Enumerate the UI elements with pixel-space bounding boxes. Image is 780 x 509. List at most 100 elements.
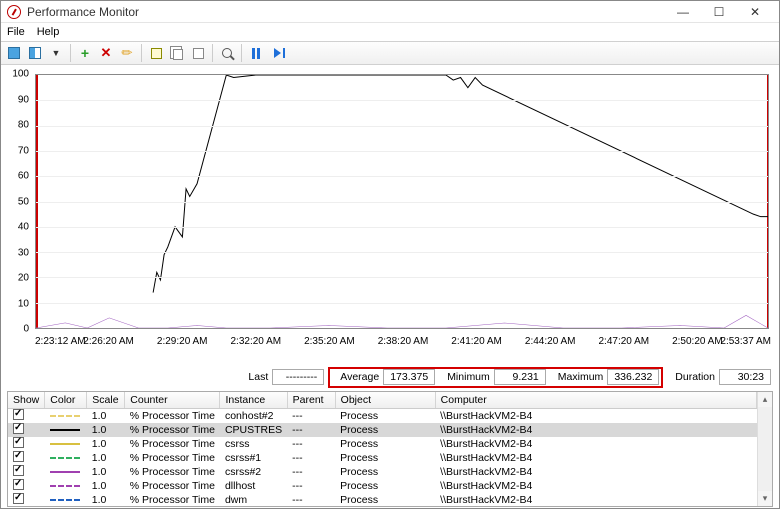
cell-parent: --- <box>287 437 335 451</box>
cell-object: Process <box>335 479 435 493</box>
y-tick-label: 30 <box>9 247 29 258</box>
checkbox-icon[interactable] <box>13 493 24 504</box>
series-line <box>36 315 768 328</box>
cell-show[interactable] <box>8 465 45 479</box>
table-row[interactable]: 1.0% Processor Timecsrss#1---Process\\Bu… <box>8 451 757 465</box>
gridline <box>36 100 768 101</box>
cell-show[interactable] <box>8 423 45 437</box>
cell-show[interactable] <box>8 437 45 451</box>
checkbox-icon[interactable] <box>13 423 24 434</box>
counter-table-wrap: Show Color Scale Counter Instance Parent… <box>7 391 773 507</box>
pause-button[interactable] <box>246 43 266 63</box>
cell-show[interactable] <box>8 479 45 493</box>
table-row[interactable]: 1.0% Processor TimeCPUSTRES---Process\\B… <box>8 423 757 437</box>
chart-type-dropdown[interactable]: ▼ <box>46 43 66 63</box>
cell-show[interactable] <box>8 451 45 465</box>
col-show[interactable]: Show <box>8 392 45 409</box>
checkbox-icon[interactable] <box>13 465 24 476</box>
table-row[interactable]: 1.0% Processor Timedllhost---Process\\Bu… <box>8 479 757 493</box>
gridline <box>36 252 768 253</box>
delete-counter-button[interactable]: ✕ <box>96 43 116 63</box>
y-tick-label: 100 <box>9 69 29 80</box>
minimum-label: Minimum <box>447 371 490 383</box>
table-scrollbar[interactable]: ▴ ▾ <box>757 392 772 506</box>
table-row[interactable]: 1.0% Processor Timedwm---Process\\BurstH… <box>8 493 757 507</box>
cell-object: Process <box>335 451 435 465</box>
chart-plot[interactable] <box>35 74 769 329</box>
col-color[interactable]: Color <box>45 392 87 409</box>
x-tick-label: 2:32:20 AM <box>231 336 282 347</box>
cell-scale: 1.0 <box>87 479 125 493</box>
x-tick-label: 2:50:20 AM <box>672 336 723 347</box>
color-swatch <box>50 429 80 431</box>
scroll-up-icon[interactable]: ▴ <box>758 392 772 407</box>
counter-table[interactable]: Show Color Scale Counter Instance Parent… <box>8 392 757 507</box>
cell-instance: csrss#1 <box>220 451 287 465</box>
y-tick-label: 10 <box>9 298 29 309</box>
cell-computer: \\BurstHackVM2-B4 <box>435 437 756 451</box>
col-parent[interactable]: Parent <box>287 392 335 409</box>
y-tick-label: 20 <box>9 273 29 284</box>
duration-label: Duration <box>675 371 715 383</box>
cell-parent: --- <box>287 451 335 465</box>
cell-show[interactable] <box>8 493 45 507</box>
menu-help[interactable]: Help <box>37 26 60 38</box>
y-tick-label: 70 <box>9 145 29 156</box>
cell-instance: CPUSTRES <box>220 423 287 437</box>
cell-scale: 1.0 <box>87 465 125 479</box>
table-row[interactable]: 1.0% Processor Timecsrss#2---Process\\Bu… <box>8 465 757 479</box>
maximize-button[interactable]: ☐ <box>701 2 737 22</box>
cell-scale: 1.0 <box>87 451 125 465</box>
zoom-button[interactable] <box>217 43 237 63</box>
paste-button[interactable] <box>188 43 208 63</box>
browse-button[interactable] <box>146 43 166 63</box>
y-tick-label: 50 <box>9 196 29 207</box>
chart-view-icon <box>8 47 20 59</box>
cell-scale: 1.0 <box>87 423 125 437</box>
gridline <box>36 126 768 127</box>
table-row[interactable]: 1.0% Processor Timecsrss---Process\\Burs… <box>8 437 757 451</box>
col-instance[interactable]: Instance <box>220 392 287 409</box>
maximum-value: 336.232 <box>607 369 659 385</box>
menu-bar: File Help <box>1 23 779 41</box>
cell-counter: % Processor Time <box>125 423 220 437</box>
x-tick-label: 2:23:12 AM <box>35 336 86 347</box>
add-counter-button[interactable]: + <box>75 43 95 63</box>
checkbox-icon[interactable] <box>13 409 24 420</box>
col-computer[interactable]: Computer <box>435 392 756 409</box>
zoom-icon <box>222 48 232 58</box>
chart-split-icon <box>29 47 41 59</box>
minimize-button[interactable]: — <box>665 2 701 22</box>
checkbox-icon[interactable] <box>13 437 24 448</box>
stats-highlight: Average 173.375 Minimum 9.231 Maximum 33… <box>328 367 663 388</box>
y-tick-label: 90 <box>9 94 29 105</box>
cell-counter: % Processor Time <box>125 451 220 465</box>
cell-counter: % Processor Time <box>125 409 220 424</box>
close-button[interactable]: ✕ <box>737 2 773 22</box>
col-scale[interactable]: Scale <box>87 392 125 409</box>
menu-file[interactable]: File <box>7 26 25 38</box>
x-icon: ✕ <box>101 45 112 61</box>
cell-parent: --- <box>287 493 335 507</box>
cell-color <box>45 479 87 493</box>
col-counter[interactable]: Counter <box>125 392 220 409</box>
chart-view-button[interactable] <box>4 43 24 63</box>
checkbox-icon[interactable] <box>13 451 24 462</box>
copy-icon <box>173 49 183 60</box>
window-buttons: — ☐ ✕ <box>665 2 773 22</box>
cell-show[interactable] <box>8 409 45 424</box>
window-title: Performance Monitor <box>27 5 139 19</box>
cell-scale: 1.0 <box>87 493 125 507</box>
step-button[interactable] <box>267 43 287 63</box>
highlight-button[interactable]: ✎ <box>117 43 137 63</box>
chart-split-button[interactable] <box>25 43 45 63</box>
copy-button[interactable] <box>167 43 187 63</box>
table-header-row: Show Color Scale Counter Instance Parent… <box>8 392 757 409</box>
col-object[interactable]: Object <box>335 392 435 409</box>
cell-instance: dllhost <box>220 479 287 493</box>
scroll-down-icon[interactable]: ▾ <box>758 491 772 506</box>
cell-instance: conhost#2 <box>220 409 287 424</box>
y-tick-label: 0 <box>9 324 29 335</box>
table-row[interactable]: 1.0% Processor Timeconhost#2---Process\\… <box>8 409 757 424</box>
checkbox-icon[interactable] <box>13 479 24 490</box>
